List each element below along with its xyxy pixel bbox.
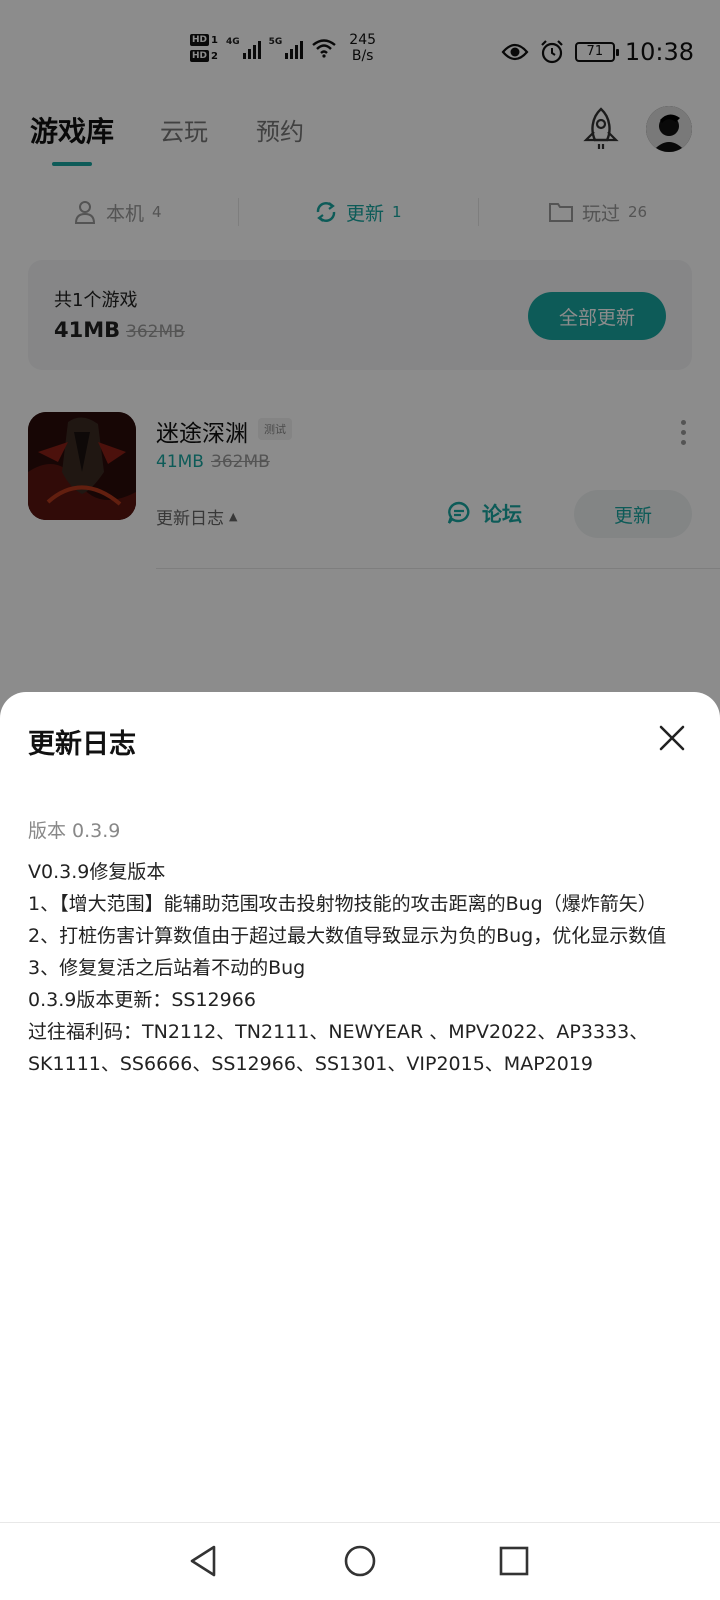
version-label: 版本 0.3.9 (28, 820, 121, 842)
note-line: 1、【增大范围】能辅助范围攻击投射物技能的攻击距离的Bug（爆炸箭矢） (28, 893, 657, 915)
back-icon[interactable] (186, 1543, 222, 1579)
note-line: 2、打桩伤害计算数值由于超过最大数值导致显示为负的Bug，优化显示数值 (28, 925, 667, 947)
note-line: 过往福利码：TN2112、TN2111、NEWYEAR 、MPV2022、AP3… (28, 1021, 649, 1075)
note-line: 0.3.9版本更新：SS12966 (28, 989, 256, 1011)
note-line: V0.3.9修复版本 (28, 861, 166, 883)
home-icon[interactable] (342, 1543, 378, 1579)
recent-apps-icon[interactable] (496, 1543, 532, 1579)
changelog-sheet: 更新日志 版本 0.3.9 V0.3.9修复版本 1、【增大范围】能辅助范围攻击… (0, 692, 720, 1522)
note-line: 3、修复复活之后站着不动的Bug (28, 957, 306, 979)
system-nav-bar (0, 1522, 720, 1600)
close-icon[interactable] (656, 722, 688, 754)
changelog-notes: V0.3.9修复版本 1、【增大范围】能辅助范围攻击投射物技能的攻击距离的Bug… (28, 856, 688, 1080)
sheet-title: 更新日志 (28, 729, 136, 760)
